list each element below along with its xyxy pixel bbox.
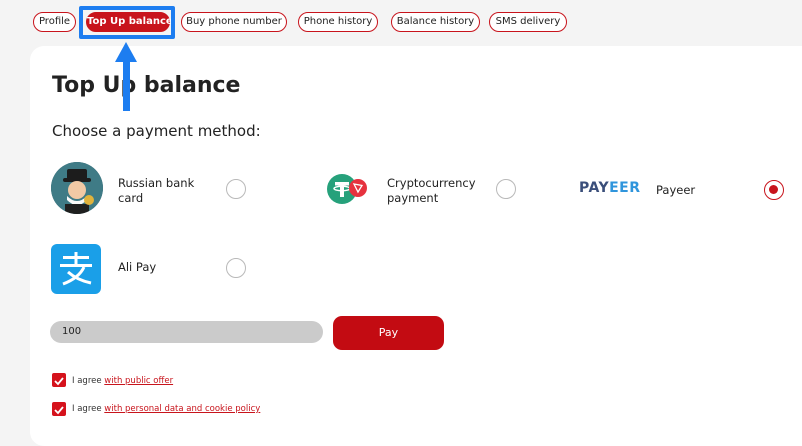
- personal-data-policy-link[interactable]: with personal data and cookie policy: [104, 404, 260, 414]
- top-up-panel: [30, 46, 802, 446]
- radio-russian-bank-card[interactable]: [226, 179, 246, 199]
- page-title: Top Up balance: [52, 73, 241, 98]
- payment-method-heading: Choose a payment method:: [52, 122, 261, 140]
- payment-method-label-russian-bank-card: Russian bank card: [118, 176, 195, 205]
- pay-button[interactable]: Pay: [333, 316, 444, 350]
- tab-buy-phone-number[interactable]: Buy phone number: [181, 12, 287, 32]
- pointer-arrow-shaft: [123, 60, 130, 111]
- tab-phone-history[interactable]: Phone history: [298, 12, 378, 32]
- alipay-icon: [51, 244, 101, 294]
- radio-ali-pay[interactable]: [226, 258, 246, 278]
- tab-profile[interactable]: Profile: [33, 12, 76, 32]
- public-offer-link[interactable]: with public offer: [104, 376, 173, 386]
- payment-method-label-payeer: Payeer: [656, 183, 696, 197]
- agree-public-offer-checkbox[interactable]: [52, 373, 66, 387]
- radio-cryptocurrency[interactable]: [496, 179, 516, 199]
- payeer-logo: PAYEER: [579, 180, 641, 196]
- highlight-box: [79, 6, 175, 39]
- tron-crypto-icon: [349, 179, 367, 197]
- tab-sms-delivery[interactable]: SMS delivery: [489, 12, 567, 32]
- tab-balance-history[interactable]: Balance history: [391, 12, 480, 32]
- radio-payeer[interactable]: [764, 180, 784, 200]
- agree-personal-data-checkbox[interactable]: [52, 402, 66, 416]
- checkmark-icon: [54, 406, 64, 415]
- pointer-arrow-icon: [115, 42, 137, 62]
- agree-personal-data-text: I agree with personal data and cookie po…: [72, 404, 261, 414]
- payment-method-label-ali-pay: Ali Pay: [118, 260, 157, 274]
- amount-input[interactable]: 100: [50, 321, 323, 343]
- payment-method-label-cryptocurrency: Cryptocurrency payment: [387, 176, 476, 205]
- bank-card-mascot-icon: [51, 162, 103, 214]
- checkmark-icon: [54, 377, 64, 386]
- agree-public-offer-text: I agree with public offer: [72, 376, 174, 386]
